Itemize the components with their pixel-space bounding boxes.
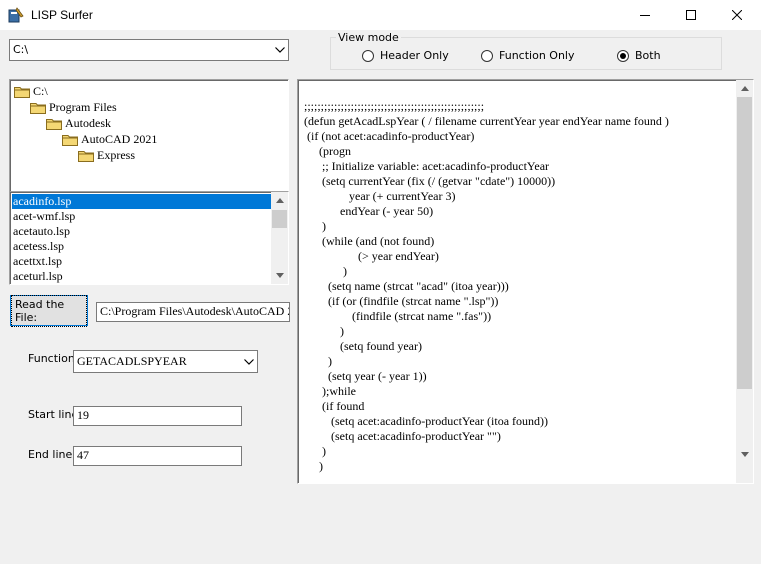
read-file-button[interactable]: Read the File: <box>10 294 88 327</box>
read-file-label: Read the File: <box>11 294 87 327</box>
code-line: (setq year (- year 1)) <box>304 369 427 383</box>
code-line: (findfile (strcat name ".fas")) <box>304 309 492 323</box>
file-list-scrollbar[interactable] <box>271 192 288 284</box>
window-title: LISP Surfer <box>31 8 93 22</box>
code-line: (if found <box>304 399 365 413</box>
code-line: (defun getAcadLspYear ( / filename curre… <box>304 114 669 128</box>
tree-item-express[interactable]: Express <box>78 147 135 163</box>
folder-icon <box>46 118 62 130</box>
list-item[interactable]: acet-wmf.lsp <box>12 209 279 224</box>
chevron-down-icon[interactable] <box>240 351 257 372</box>
code-line: endYear (- year 50) <box>304 204 434 218</box>
code-line: ) <box>304 444 326 458</box>
tree-item-program-files[interactable]: Program Files <box>30 99 117 115</box>
folder-icon <box>30 102 46 114</box>
view-mode-title: View mode <box>336 31 401 44</box>
code-line: ) <box>304 354 332 368</box>
code-line: (setq acet:acadinfo-productYear "") <box>304 429 501 443</box>
code-line: ) <box>304 324 344 338</box>
drive-combobox[interactable]: C:\ <box>9 39 289 61</box>
end-line-label: End line: <box>28 448 76 461</box>
code-line: (setq name (strcat "acad" (itoa year))) <box>304 279 509 293</box>
chevron-down-icon[interactable] <box>271 40 288 60</box>
radio-function-only[interactable]: Function Only <box>481 49 574 62</box>
function-value: GETACADLSPYEAR <box>77 354 187 368</box>
code-line: ) <box>304 264 347 278</box>
radio-label: Function Only <box>499 49 575 62</box>
start-line-field[interactable]: 19 <box>73 406 242 426</box>
tree-item-label: Express <box>97 147 135 162</box>
code-line: (progn <box>304 144 351 158</box>
file-list[interactable]: acadinfo.lsp acet-wmf.lsp acetauto.lsp a… <box>9 191 289 285</box>
code-line: ) <box>304 219 326 233</box>
list-item[interactable]: acetauto.lsp <box>12 224 279 239</box>
title-bar[interactable]: LISP Surfer <box>0 0 761 30</box>
list-item[interactable]: acadinfo.lsp <box>12 194 279 209</box>
code-line: (if (or (findfile (strcat name ".lsp")) <box>304 294 499 308</box>
code-line: (> year endYear) <box>304 249 439 263</box>
tree-item-label: Program Files <box>49 99 117 114</box>
tree-item-label: AutoCAD 2021 <box>81 131 158 146</box>
code-line: ) <box>304 459 323 473</box>
code-viewer[interactable]: ;;;;;;;;;;;;;;;;;;;;;;;;;;;;;;;;;;;;;;;;… <box>297 79 754 484</box>
tree-item-autodesk[interactable]: Autodesk <box>46 115 111 131</box>
client-area: C:\ View mode Header Only Function Only … <box>0 30 761 564</box>
code-line: (setq currentYear (fix (/ (getvar "cdate… <box>304 174 556 188</box>
minimize-icon <box>640 15 650 16</box>
function-label: Function: <box>28 352 79 365</box>
folder-icon <box>62 134 78 146</box>
radio-selected-icon <box>617 49 629 62</box>
radio-circle-icon <box>481 49 493 62</box>
code-line: year (+ currentYear 3) <box>304 189 456 203</box>
scroll-down-icon[interactable] <box>271 267 288 284</box>
radio-header-only[interactable]: Header Only <box>362 49 449 62</box>
app-icon <box>8 7 24 23</box>
list-item[interactable]: aceturl.lsp <box>12 269 279 284</box>
scroll-up-icon[interactable] <box>271 192 288 209</box>
code-line: (setq acet:acadinfo-productYear (itoa fo… <box>304 414 549 428</box>
code-line: ;;;;;;;;;;;;;;;;;;;;;;;;;;;;;;;;;;;;;;;;… <box>304 99 485 113</box>
code-line: );while <box>304 384 356 398</box>
radio-both[interactable]: Both <box>617 49 661 62</box>
radio-label: Header Only <box>380 49 449 62</box>
radio-circle-icon <box>362 49 374 62</box>
code-line: ;; Initialize variable: acet:acadinfo-pr… <box>304 159 550 173</box>
list-item[interactable]: acetess.lsp <box>12 239 279 254</box>
file-path-field[interactable]: C:\Program Files\Autodesk\AutoCAD 2021\E… <box>96 302 290 322</box>
radio-label: Both <box>635 49 661 62</box>
function-combobox[interactable]: GETACADLSPYEAR <box>73 350 258 373</box>
code-scrollbar[interactable] <box>736 80 753 483</box>
close-button[interactable] <box>714 0 760 30</box>
tree-item-autocad-2021[interactable]: AutoCAD 2021 <box>62 131 157 147</box>
drive-value: C:\ <box>13 43 29 56</box>
minimize-button[interactable] <box>622 0 668 30</box>
code-line: (setq found year) <box>304 339 422 353</box>
scroll-thumb[interactable] <box>272 210 287 228</box>
folder-tree[interactable]: C:\ Program Files Autodesk AutoCAD 2021 … <box>9 79 289 209</box>
scroll-down-icon[interactable] <box>736 446 753 463</box>
close-icon <box>732 10 742 20</box>
list-item[interactable]: acettxt.lsp <box>12 254 279 269</box>
tree-item-label: Autodesk <box>65 115 111 130</box>
code-line: (if (not acet:acadinfo-productYear) <box>304 129 475 143</box>
folder-icon <box>78 150 94 162</box>
end-line-field[interactable]: 47 <box>73 446 242 466</box>
maximize-icon <box>686 10 696 20</box>
scroll-up-icon[interactable] <box>736 80 753 97</box>
tree-item-label: C:\ <box>33 83 48 98</box>
code-line: (while (and (not found) <box>304 234 435 248</box>
scroll-thumb[interactable] <box>737 97 752 389</box>
folder-icon <box>14 86 30 98</box>
maximize-button[interactable] <box>668 0 714 30</box>
tree-item-c-drive[interactable]: C:\ <box>14 83 48 99</box>
